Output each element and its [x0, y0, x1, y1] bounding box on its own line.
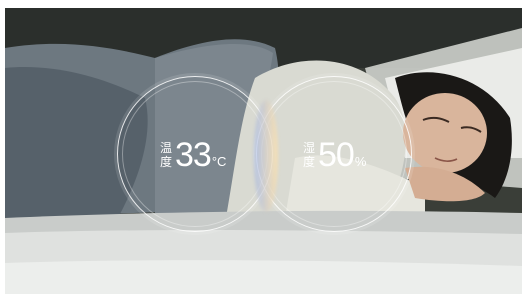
temperature-unit: °C — [211, 154, 227, 169]
temperature-value: 33 — [175, 136, 212, 174]
humidity-label: 湿 度 — [303, 141, 315, 169]
temperature-reading: 温 度 33 °C — [160, 138, 226, 172]
humidity-unit: % — [354, 154, 367, 169]
humidity-label-line2: 度 — [303, 155, 316, 169]
ring-overlap-glow — [254, 100, 278, 212]
humidity-value: 50 — [318, 136, 355, 174]
humidity-reading: 湿 度 50 % — [303, 138, 366, 172]
temperature-label-line1: 温 — [160, 141, 173, 155]
temperature-label-line2: 度 — [160, 155, 173, 169]
humidity-label-line1: 湿 — [303, 141, 316, 155]
temperature-label: 温 度 — [160, 141, 172, 169]
